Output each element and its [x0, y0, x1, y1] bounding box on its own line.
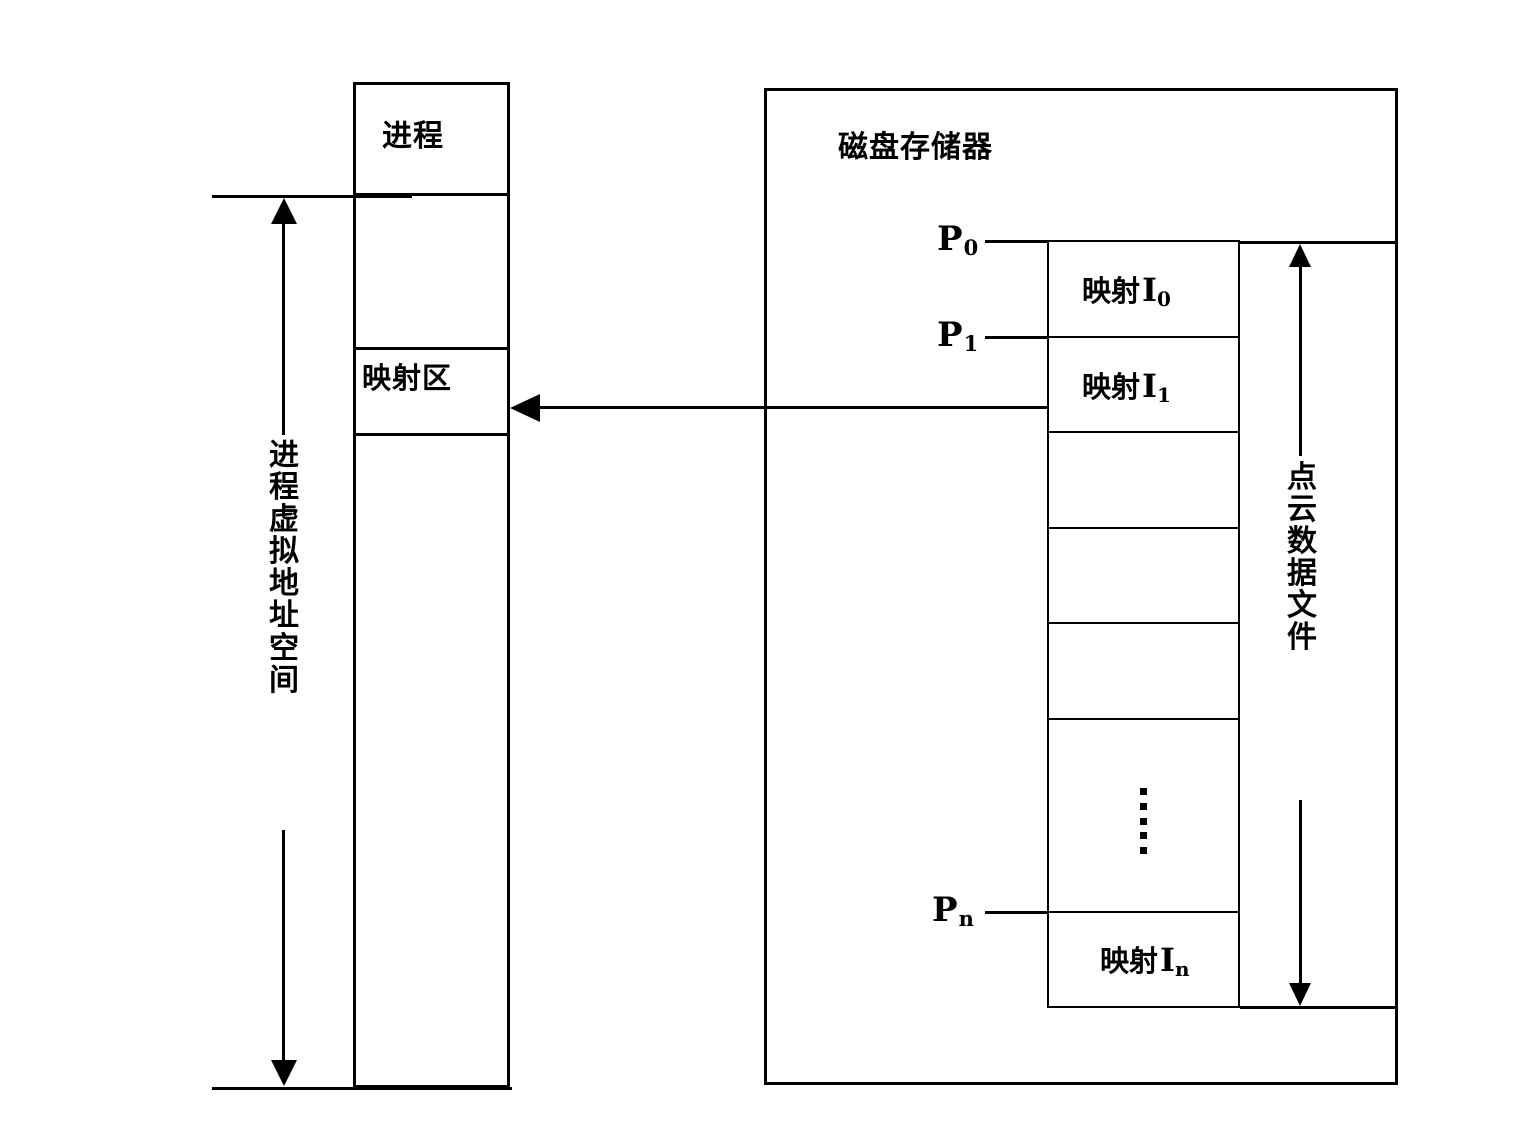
file-row-divider	[1047, 527, 1240, 529]
axis-char: 间	[269, 662, 299, 698]
pointer-label-0: P0	[937, 219, 979, 260]
point-cloud-file-column	[1047, 240, 1240, 1008]
address-space-shaft-upper	[282, 220, 285, 435]
file-row-divider	[1047, 336, 1240, 338]
column-divider-mapping-bottom	[353, 433, 510, 436]
axis-char: 数	[1287, 524, 1317, 560]
pointer-leader-line-n	[985, 911, 1049, 914]
mapping-connector-arrowhead-icon	[510, 394, 540, 422]
process-box-label: 进程	[382, 119, 444, 154]
pointer-label-1: P1	[937, 315, 979, 356]
axis-char: 拟	[269, 534, 299, 570]
disk-storage-title: 磁盘存储器	[838, 130, 993, 165]
file-extent-top-tick	[1240, 241, 1395, 244]
file-block-prefix: 映射	[1082, 370, 1141, 404]
axis-char: 云	[1287, 492, 1317, 528]
axis-char: 程	[269, 470, 299, 506]
address-space-top-tick	[212, 195, 412, 198]
file-block-label-n: 映射In	[1100, 941, 1190, 981]
file-extent-bottom-tick	[1240, 1006, 1395, 1009]
file-extent-arrow-down-icon	[1289, 983, 1311, 1006]
file-block-symbol: In	[1160, 941, 1190, 981]
file-block-symbol: I1	[1142, 367, 1171, 407]
diagram-canvas: 进程 映射区 进 程 虚 拟 地 址 空 间 磁盘存储器 映射I0 映射I1 映…	[0, 0, 1528, 1124]
process-address-space-column	[353, 82, 510, 1088]
file-blocks-ellipsis-icon	[1140, 788, 1147, 854]
column-divider-mapping-top	[353, 347, 510, 350]
axis-char: 址	[269, 598, 299, 634]
axis-char: 地	[269, 566, 299, 602]
file-row-divider	[1047, 431, 1240, 433]
mapping-area-box-label: 映射区	[362, 361, 453, 395]
file-row-divider	[1047, 718, 1240, 720]
file-block-prefix: 映射	[1100, 944, 1159, 978]
file-block-label-0: 映射I0	[1082, 271, 1171, 311]
pointer-label-n: Pn	[932, 890, 974, 931]
file-row-divider	[1047, 622, 1240, 624]
file-row-divider	[1047, 911, 1240, 913]
axis-char: 空	[269, 630, 299, 666]
address-space-shaft-lower	[282, 830, 285, 1062]
file-extent-shaft-upper	[1299, 264, 1302, 456]
axis-char: 据	[1287, 556, 1317, 592]
file-block-label-1: 映射I1	[1082, 367, 1171, 407]
axis-char: 文	[1287, 588, 1317, 624]
file-block-symbol: I0	[1142, 271, 1171, 311]
file-block-prefix: 映射	[1082, 274, 1141, 308]
axis-char: 虚	[269, 502, 299, 538]
axis-char: 进	[269, 438, 299, 473]
address-space-arrow-down-icon	[271, 1060, 297, 1086]
file-extent-shaft-lower	[1299, 800, 1302, 985]
file-extent-axis-label: 点 云 数 据 文 件	[1270, 460, 1334, 656]
address-space-bottom-tick	[212, 1087, 512, 1090]
address-space-axis-label: 进 程 虚 拟 地 址 空 间	[252, 438, 316, 698]
axis-char: 件	[1287, 620, 1317, 656]
pointer-leader-line-1	[985, 336, 1049, 339]
pointer-leader-line-0	[985, 240, 1049, 243]
axis-char: 点	[1287, 460, 1317, 495]
